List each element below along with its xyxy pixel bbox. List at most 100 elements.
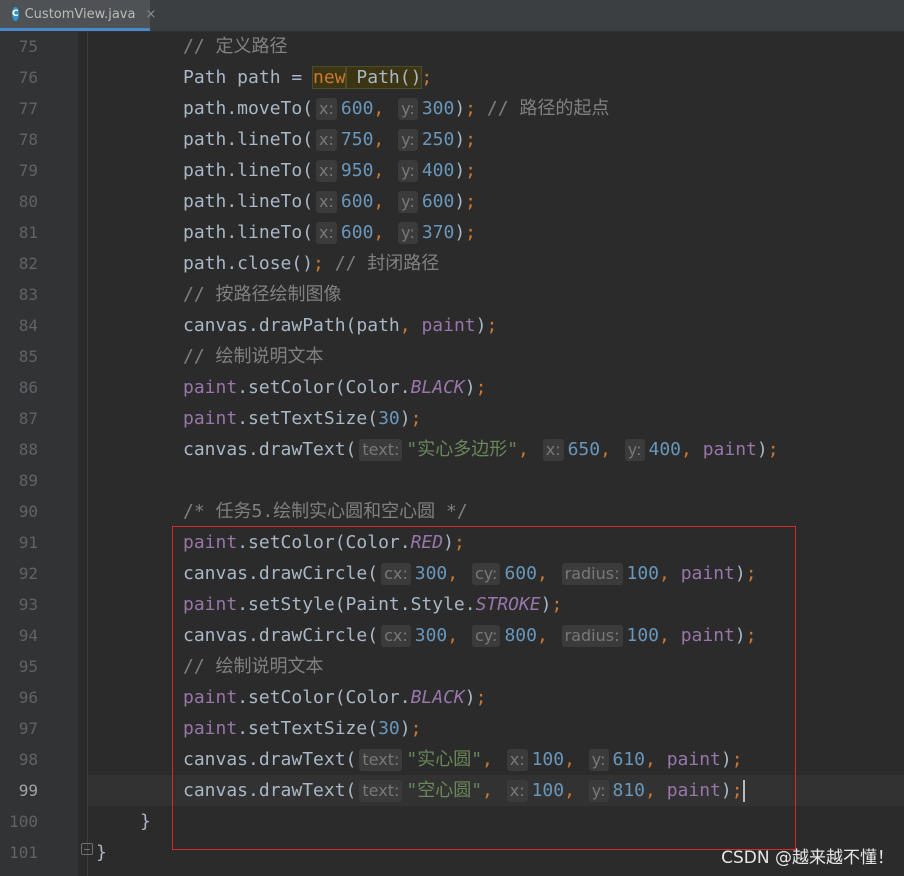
code-token: ) [454, 222, 466, 243]
code-token: // 路径的起点 [476, 98, 610, 119]
code-token: , [482, 780, 504, 801]
code-token: // 绘制说明文本 [183, 346, 324, 367]
code-token: .setStyle(Paint.Style. [237, 594, 476, 615]
code-line[interactable]: paint.setColor(Color.RED); [0, 527, 904, 558]
text-caret [742, 780, 745, 802]
code-token: // 定义路径 [183, 36, 288, 57]
parameter-hint: y: [624, 439, 645, 461]
code-token: ) [720, 749, 732, 770]
code-token: ) [720, 780, 732, 801]
tab-customview-java[interactable]: C CustomView.java × [0, 0, 156, 31]
code-token: ; [475, 377, 487, 398]
code-token: path.close() [183, 253, 314, 274]
code-token: ; [731, 749, 743, 770]
code-line[interactable]: canvas.drawCircle(cx: 300, cy: 800, radius… [0, 620, 904, 651]
parameter-hint: x: [316, 129, 337, 151]
java-class-icon: C [12, 7, 19, 21]
code-token: , [681, 439, 703, 460]
code-line[interactable]: canvas.drawText(text: "空心圆", x: 100, y: 810… [88, 775, 904, 806]
code-token: ; [767, 439, 779, 460]
code-token: , [518, 439, 540, 460]
code-token: .setColor(Color. [237, 377, 411, 398]
code-line[interactable]: canvas.drawPath(path, paint); [0, 310, 904, 341]
code-token: ; [465, 191, 477, 212]
code-token: ; [731, 780, 743, 801]
code-token: 300 [421, 98, 455, 119]
parameter-hint: text: [359, 439, 403, 461]
code-token: path.lineTo( [183, 191, 314, 212]
code-line[interactable]: path.moveTo(x: 600, y: 300); // 路径的起点 [0, 93, 904, 124]
code-token: ; [410, 408, 422, 429]
code-line[interactable]: canvas.drawCircle(cx: 300, cy: 600, radius… [0, 558, 904, 589]
parameter-hint: x: [542, 439, 564, 461]
code-line[interactable]: path.close(); // 封闭路径 [0, 248, 904, 279]
code-token: .setTextSize( [237, 408, 379, 429]
code-line[interactable]: paint.setColor(Color.BLACK); [0, 372, 904, 403]
parameter-hint: x: [316, 160, 337, 182]
code-token: , [564, 749, 586, 770]
code-token: paint [183, 408, 238, 429]
tab-label: CustomView.java [24, 6, 136, 22]
code-token: ) [454, 98, 466, 119]
code-token: /* 任务5.绘制实心圆和空心圆 */ [183, 501, 468, 522]
code-token: Path() [344, 66, 423, 89]
code-token: ) [464, 377, 476, 398]
code-token: ) [399, 718, 411, 739]
code-token: , [659, 563, 681, 584]
code-line[interactable]: paint.setTextSize(30); [0, 713, 904, 744]
code-line[interactable]: // 绘制说明文本 [0, 341, 904, 372]
code-token: paint [421, 315, 476, 336]
code-editor[interactable]: 75 76 77 78 79 80 81 82 83 84 85 86 87 88 89 90 91 92 93 94… [0, 31, 904, 876]
code-line[interactable] [0, 465, 904, 496]
code-line[interactable]: paint.setColor(Color.BLACK); [0, 682, 904, 713]
code-line[interactable]: // 定义路径 [0, 31, 904, 62]
parameter-hint: y: [398, 222, 418, 244]
code-line[interactable]: paint.setTextSize(30); [0, 403, 904, 434]
code-token: 650 [567, 439, 601, 460]
line-number[interactable]: 99 [0, 775, 38, 806]
code-token: ) [454, 160, 466, 181]
code-token: canvas.drawText( [183, 439, 357, 460]
code-token: , [659, 625, 681, 646]
code-token: paint [666, 780, 721, 801]
code-token: , [564, 780, 586, 801]
close-icon[interactable]: × [145, 7, 156, 22]
code-token: ; [465, 222, 477, 243]
code-line[interactable]: } [0, 806, 904, 837]
code-line[interactable]: path.lineTo(x: 950, y: 400); [0, 155, 904, 186]
code-line[interactable]: Path path = new Path(); [0, 62, 904, 93]
code-token: // 封闭路径 [323, 253, 440, 274]
code-line[interactable]: // 按路径绘制图像 [0, 279, 904, 310]
parameter-hint: x: [506, 780, 528, 802]
code-token: paint [183, 532, 238, 553]
parameter-hint: y: [588, 749, 609, 771]
code-token: ; [745, 625, 757, 646]
code-line[interactable]: path.lineTo(x: 600, y: 600); [0, 186, 904, 217]
code-token: , [447, 625, 469, 646]
code-line[interactable]: canvas.drawText(text: "实心多边形", x: 650, y: 4… [0, 434, 904, 465]
parameter-hint: y: [398, 129, 418, 151]
code-token: path.lineTo( [183, 160, 314, 181]
code-token: 600 [340, 191, 374, 212]
code-line[interactable]: paint.setStyle(Paint.Style.STROKE); [0, 589, 904, 620]
code-line[interactable]: canvas.drawText(text: "实心圆", x: 100, y: 610… [0, 744, 904, 775]
parameter-hint: x: [316, 222, 337, 244]
code-line[interactable]: path.lineTo(x: 600, y: 370); [0, 217, 904, 248]
code-token: paint [702, 439, 757, 460]
code-token: 400 [648, 439, 682, 460]
parameter-hint: y: [398, 191, 418, 213]
code-token: , [373, 129, 396, 150]
parameter-hint: cx: [381, 625, 411, 647]
code-token: ) [734, 563, 746, 584]
code-token: 810 [612, 780, 646, 801]
code-token: ; [475, 687, 487, 708]
code-token: 100 [531, 780, 565, 801]
code-line[interactable]: /* 任务5.绘制实心圆和空心圆 */ [0, 496, 904, 527]
code-token: } [140, 811, 151, 832]
parameter-hint: cx: [381, 563, 411, 585]
parameter-hint: x: [316, 191, 337, 213]
code-line[interactable]: path.lineTo(x: 750, y: 250); [0, 124, 904, 155]
code-line[interactable]: // 绘制说明文本 [0, 651, 904, 682]
code-token: ) [734, 625, 746, 646]
code-token: paint [183, 377, 238, 398]
